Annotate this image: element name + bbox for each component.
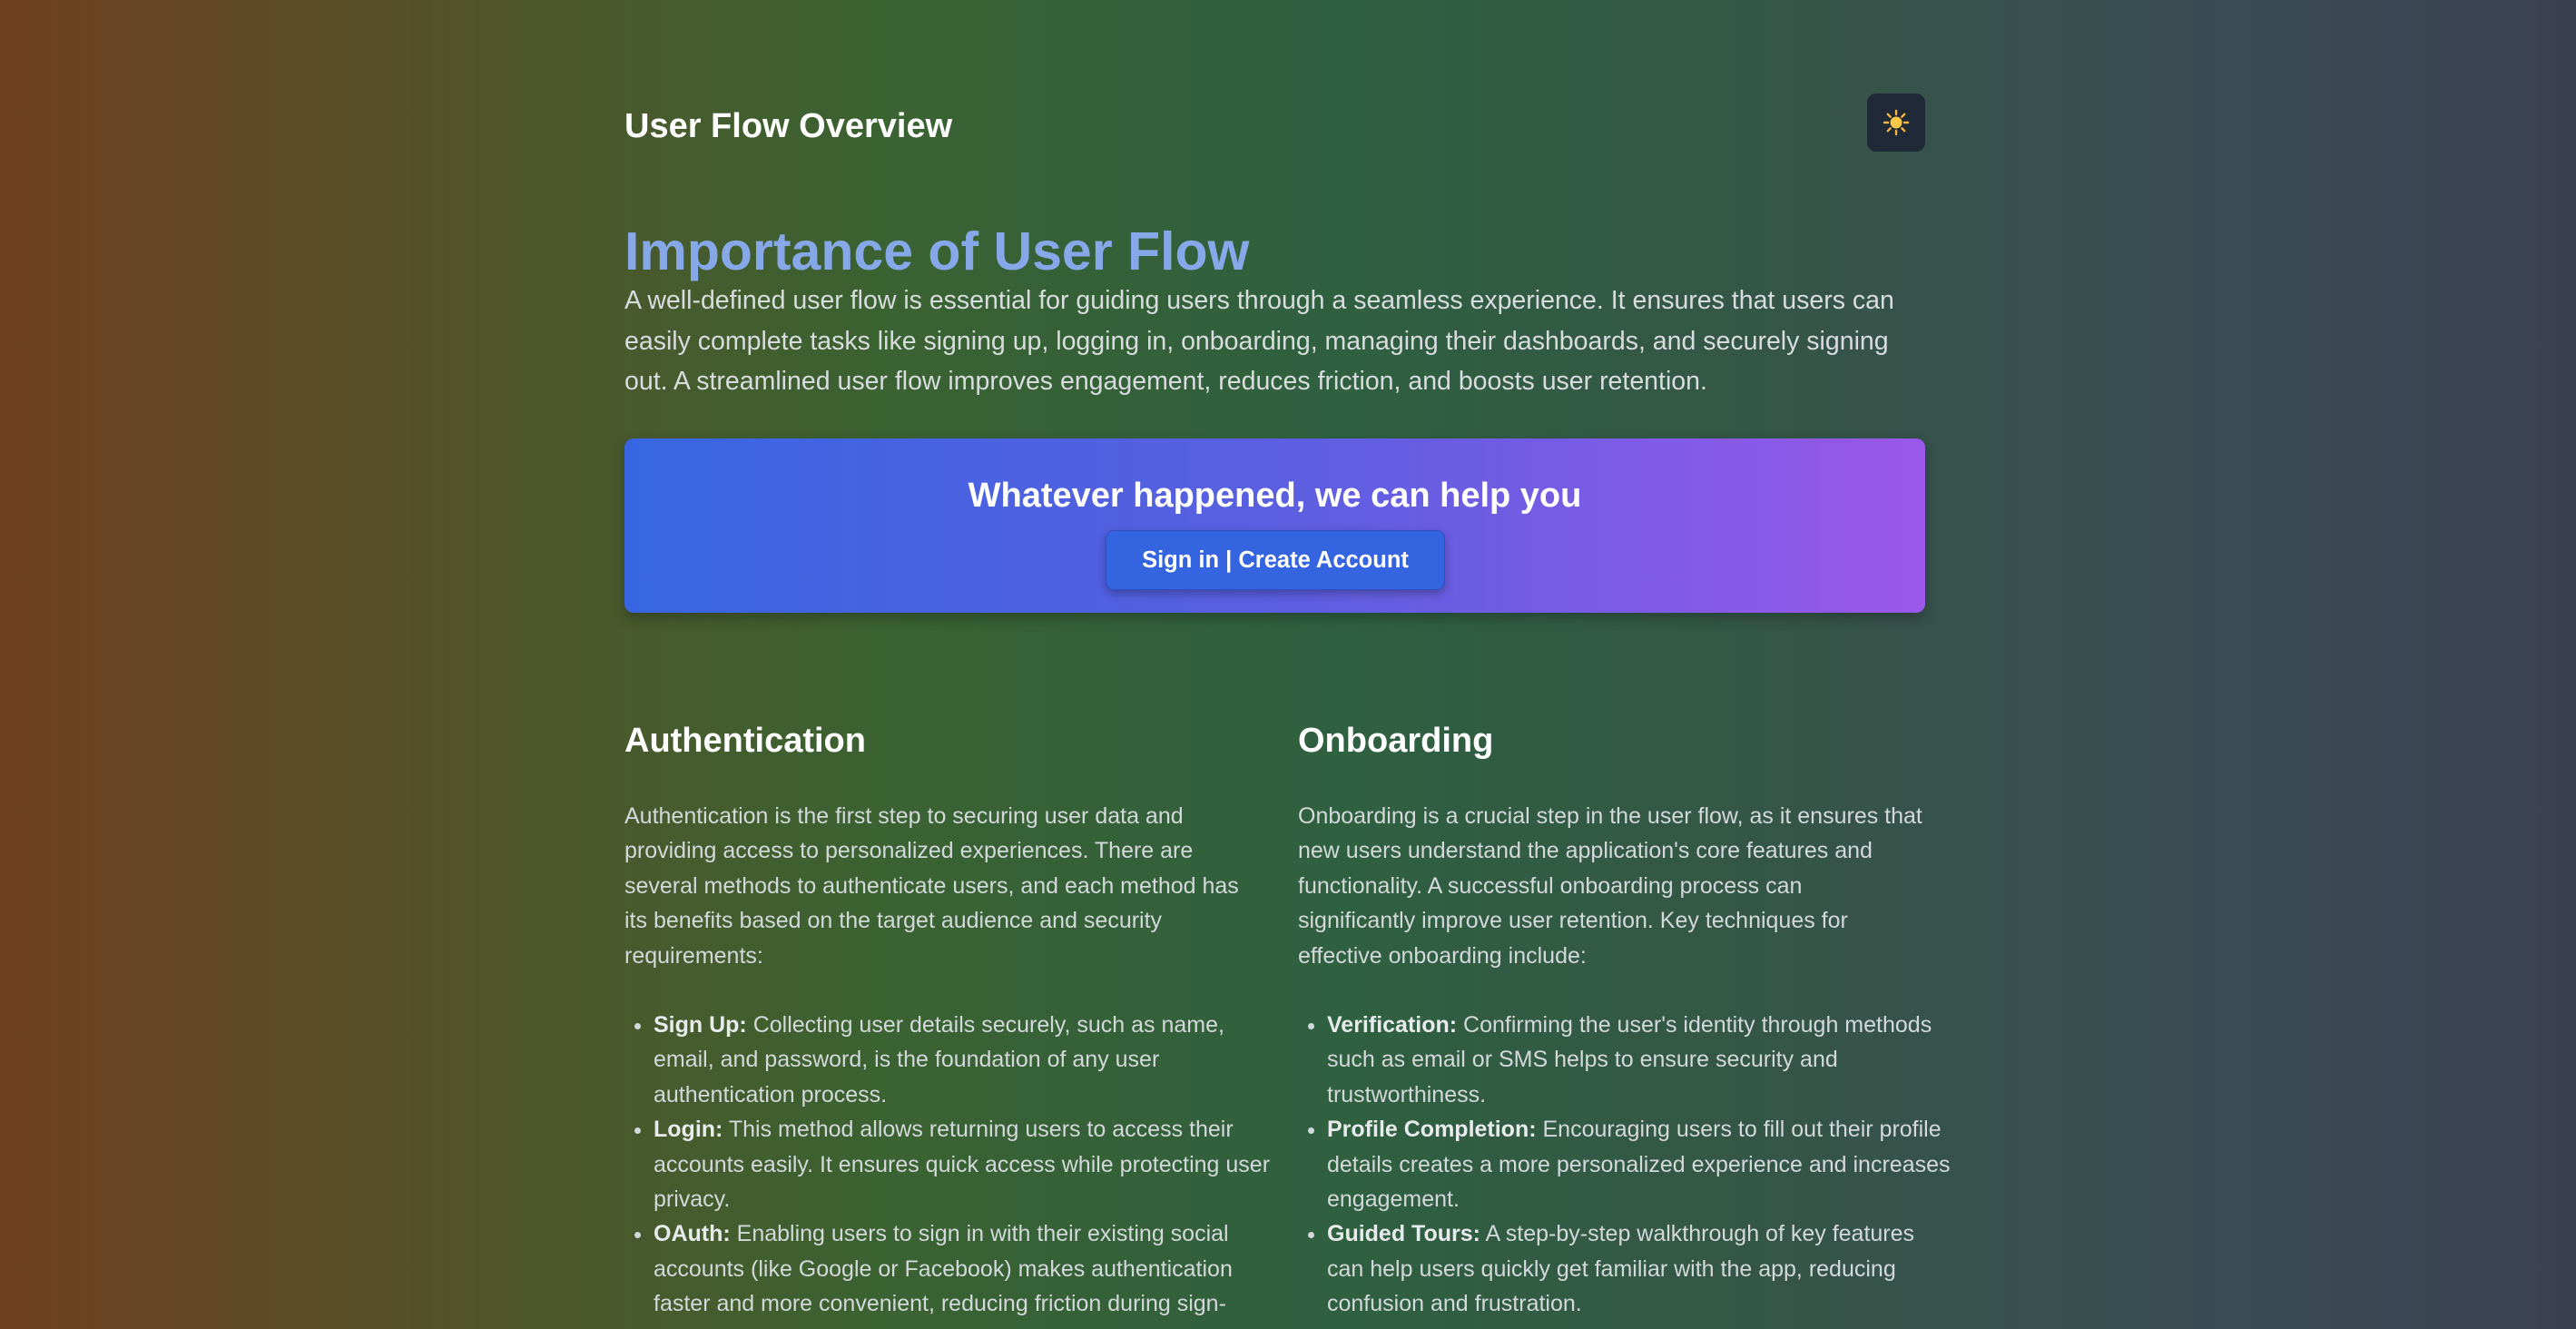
list-item-term: Verification:	[1327, 1012, 1458, 1038]
cta-title: Whatever happened, we can help you	[968, 477, 1582, 515]
list-item-term: Login:	[654, 1117, 723, 1143]
onboarding-title: Onboarding	[1298, 722, 1494, 760]
onboarding-intro: Onboarding is a crucial step in the user…	[1298, 803, 1922, 969]
list-item-term: Sign Up:	[654, 1012, 747, 1038]
list-item-text: Enabling users to sign in with their exi…	[654, 1221, 1233, 1317]
hero-title: Importance of User Flow	[624, 222, 1250, 281]
authentication-title: Authentication	[624, 722, 866, 760]
authentication-intro: Authentication is the first step to secu…	[624, 803, 1239, 969]
hero-description: A well-defined user flow is essential fo…	[624, 286, 1894, 396]
list-item-oauth: OAuth: Enabling users to sign in with th…	[654, 1216, 1280, 1321]
list-item-term: Guided Tours:	[1327, 1221, 1480, 1247]
sign-in-create-account-button[interactable]: Sign in | Create Account	[1106, 530, 1445, 590]
onboarding-section: Onboarding Onboarding is a crucial step …	[1298, 714, 1951, 1316]
theme-toggle-button[interactable]	[1867, 94, 1925, 152]
list-item-text: This method allows returning users to ac…	[654, 1117, 1271, 1213]
list-item-verification: Verification: Confirming the user's iden…	[1327, 1008, 1953, 1112]
cta-banner: Whatever happened, we can help you Sign …	[624, 438, 1925, 613]
onboarding-list: Verification: Confirming the user's iden…	[1298, 1008, 1953, 1322]
list-item-term: OAuth:	[654, 1221, 731, 1247]
list-item-login: Login: This method allows returning user…	[654, 1112, 1280, 1216]
sun-icon	[1883, 109, 1910, 136]
authentication-list: Sign Up: Collecting user details securel…	[624, 1008, 1280, 1322]
list-item-guided-tours: Guided Tours: A step-by-step walkthrough…	[1327, 1216, 1953, 1321]
list-item-term: Profile Completion:	[1327, 1117, 1537, 1143]
list-item-sign-up: Sign Up: Collecting user details securel…	[654, 1008, 1280, 1112]
site-title: User Flow Overview	[624, 107, 953, 145]
site-header: User Flow Overview	[624, 94, 1925, 153]
list-item-profile-completion: Profile Completion: Encouraging users to…	[1327, 1112, 1953, 1216]
authentication-section: Authentication Authentication is the fir…	[624, 714, 1270, 1316]
